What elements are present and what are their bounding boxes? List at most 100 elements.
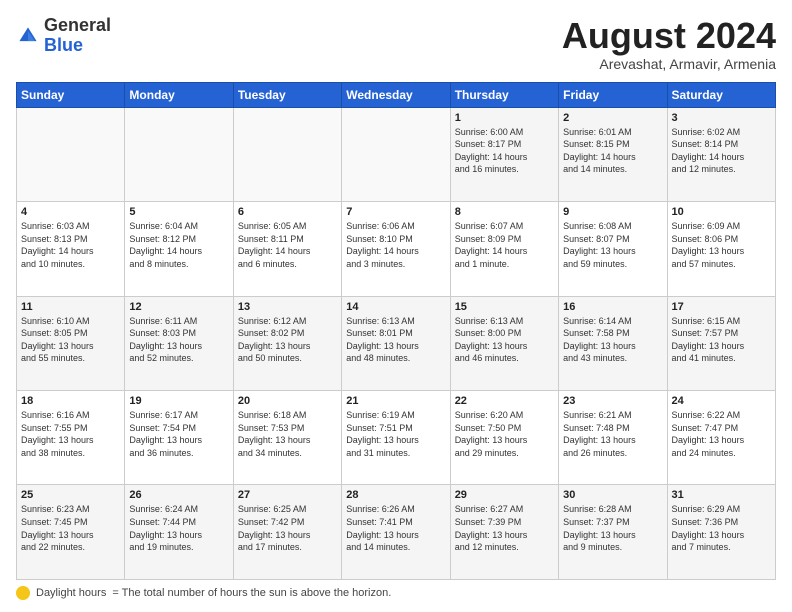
calendar-cell: 13Sunrise: 6:12 AM Sunset: 8:02 PM Dayli… — [233, 296, 341, 390]
location: Arevashat, Armavir, Armenia — [562, 56, 776, 72]
page: General Blue August 2024 Arevashat, Arma… — [0, 0, 792, 612]
calendar-week-1: 1 Sunrise: 6:00 AM Sunset: 8:17 PM Daylig… — [17, 107, 776, 201]
cell-info: Sunrise: 6:07 AM Sunset: 8:09 PM Dayligh… — [455, 220, 554, 270]
calendar-cell: 1 Sunrise: 6:00 AM Sunset: 8:17 PM Daylig… — [450, 107, 558, 201]
cell-day-number: 7 — [346, 206, 445, 218]
calendar-cell: 5 Sunrise: 6:04 AM Sunset: 8:12 PM Daylig… — [125, 202, 233, 296]
daylight-desc: = The total number of hours the sun is a… — [112, 587, 391, 599]
calendar-cell: 29 Sunrise: 6:27 AM Sunset: 7:39 PM Dayli… — [450, 485, 558, 580]
logo: General Blue — [16, 16, 111, 56]
calendar-cell: 8 Sunrise: 6:07 AM Sunset: 8:09 PM Daylig… — [450, 202, 558, 296]
cell-day-number: 16 — [563, 301, 662, 313]
calendar-cell: 16 Sunrise: 6:14 AM Sunset: 7:58 PM Dayli… — [559, 296, 667, 390]
cell-info: Sunrise: 6:15 AM Sunset: 7:57 PM Dayligh… — [672, 315, 771, 365]
logo-blue: Blue — [44, 35, 83, 55]
calendar-week-2: 4 Sunrise: 6:03 AM Sunset: 8:13 PM Daylig… — [17, 202, 776, 296]
cell-day-number: 30 — [563, 489, 662, 501]
calendar-cell: 3Sunrise: 6:02 AM Sunset: 8:14 PM Daylig… — [667, 107, 775, 201]
footer: Daylight hours = The total number of hou… — [16, 586, 776, 600]
cell-day-number: 2 — [563, 112, 662, 124]
logo-general: General — [44, 15, 111, 35]
cell-info: Sunrise: 6:03 AM Sunset: 8:13 PM Dayligh… — [21, 220, 120, 270]
cell-day-number: 4 — [21, 206, 120, 218]
cell-day-number: 3 — [672, 112, 771, 124]
calendar-header-row: SundayMondayTuesdayWednesdayThursdayFrid… — [17, 82, 776, 107]
cell-info: Sunrise: 6:20 AM Sunset: 7:50 PM Dayligh… — [455, 409, 554, 459]
calendar-cell: 17 Sunrise: 6:15 AM Sunset: 7:57 PM Dayli… — [667, 296, 775, 390]
cell-info: Sunrise: 6:26 AM Sunset: 7:41 PM Dayligh… — [346, 503, 445, 553]
day-header-sunday: Sunday — [17, 82, 125, 107]
cell-day-number: 27 — [238, 489, 337, 501]
cell-info: Sunrise: 6:08 AM Sunset: 8:07 PM Dayligh… — [563, 220, 662, 270]
calendar-cell — [17, 107, 125, 201]
cell-day-number: 18 — [21, 395, 120, 407]
cell-info: Sunrise: 6:17 AM Sunset: 7:54 PM Dayligh… — [129, 409, 228, 459]
calendar-cell: 21Sunrise: 6:19 AM Sunset: 7:51 PM Dayli… — [342, 391, 450, 485]
calendar-table: SundayMondayTuesdayWednesdayThursdayFrid… — [16, 82, 776, 580]
logo-text: General Blue — [44, 16, 111, 56]
calendar-cell: 28Sunrise: 6:26 AM Sunset: 7:41 PM Dayli… — [342, 485, 450, 580]
cell-info: Sunrise: 6:01 AM Sunset: 8:15 PM Dayligh… — [563, 126, 662, 176]
cell-day-number: 6 — [238, 206, 337, 218]
calendar-cell: 12Sunrise: 6:11 AM Sunset: 8:03 PM Dayli… — [125, 296, 233, 390]
logo-icon — [16, 24, 40, 48]
cell-day-number: 5 — [129, 206, 228, 218]
calendar-cell: 6 Sunrise: 6:05 AM Sunset: 8:11 PM Daylig… — [233, 202, 341, 296]
cell-day-number: 14 — [346, 301, 445, 313]
calendar-week-4: 18 Sunrise: 6:16 AM Sunset: 7:55 PM Dayli… — [17, 391, 776, 485]
cell-info: Sunrise: 6:11 AM Sunset: 8:03 PM Dayligh… — [129, 315, 228, 365]
day-header-thursday: Thursday — [450, 82, 558, 107]
calendar-cell: 18 Sunrise: 6:16 AM Sunset: 7:55 PM Dayli… — [17, 391, 125, 485]
calendar-cell: 7 Sunrise: 6:06 AM Sunset: 8:10 PM Daylig… — [342, 202, 450, 296]
sun-icon — [16, 586, 30, 600]
cell-day-number: 8 — [455, 206, 554, 218]
cell-day-number: 26 — [129, 489, 228, 501]
calendar-cell: 30 Sunrise: 6:28 AM Sunset: 7:37 PM Dayli… — [559, 485, 667, 580]
cell-info: Sunrise: 6:28 AM Sunset: 7:37 PM Dayligh… — [563, 503, 662, 553]
calendar-cell — [233, 107, 341, 201]
cell-day-number: 29 — [455, 489, 554, 501]
cell-info: Sunrise: 6:06 AM Sunset: 8:10 PM Dayligh… — [346, 220, 445, 270]
cell-info: Sunrise: 6:24 AM Sunset: 7:44 PM Dayligh… — [129, 503, 228, 553]
calendar-cell: 20Sunrise: 6:18 AM Sunset: 7:53 PM Dayli… — [233, 391, 341, 485]
daylight-label: Daylight hours — [36, 587, 106, 599]
cell-info: Sunrise: 6:16 AM Sunset: 7:55 PM Dayligh… — [21, 409, 120, 459]
cell-info: Sunrise: 6:18 AM Sunset: 7:53 PM Dayligh… — [238, 409, 337, 459]
cell-day-number: 25 — [21, 489, 120, 501]
calendar-cell: 4 Sunrise: 6:03 AM Sunset: 8:13 PM Daylig… — [17, 202, 125, 296]
calendar-week-3: 11 Sunrise: 6:10 AM Sunset: 8:05 PM Dayli… — [17, 296, 776, 390]
calendar-cell: 2 Sunrise: 6:01 AM Sunset: 8:15 PM Daylig… — [559, 107, 667, 201]
calendar-cell: 25 Sunrise: 6:23 AM Sunset: 7:45 PM Dayli… — [17, 485, 125, 580]
cell-day-number: 1 — [455, 112, 554, 124]
header: General Blue August 2024 Arevashat, Arma… — [16, 16, 776, 72]
calendar-cell: 9 Sunrise: 6:08 AM Sunset: 8:07 PM Daylig… — [559, 202, 667, 296]
cell-info: Sunrise: 6:19 AM Sunset: 7:51 PM Dayligh… — [346, 409, 445, 459]
cell-info: Sunrise: 6:10 AM Sunset: 8:05 PM Dayligh… — [21, 315, 120, 365]
cell-day-number: 10 — [672, 206, 771, 218]
cell-info: Sunrise: 6:25 AM Sunset: 7:42 PM Dayligh… — [238, 503, 337, 553]
cell-info: Sunrise: 6:09 AM Sunset: 8:06 PM Dayligh… — [672, 220, 771, 270]
cell-info: Sunrise: 6:04 AM Sunset: 8:12 PM Dayligh… — [129, 220, 228, 270]
cell-day-number: 19 — [129, 395, 228, 407]
cell-info: Sunrise: 6:12 AM Sunset: 8:02 PM Dayligh… — [238, 315, 337, 365]
cell-info: Sunrise: 6:14 AM Sunset: 7:58 PM Dayligh… — [563, 315, 662, 365]
calendar-cell: 10 Sunrise: 6:09 AM Sunset: 8:06 PM Dayli… — [667, 202, 775, 296]
cell-info: Sunrise: 6:00 AM Sunset: 8:17 PM Dayligh… — [455, 126, 554, 176]
calendar-cell — [125, 107, 233, 201]
cell-day-number: 9 — [563, 206, 662, 218]
calendar-cell: 19 Sunrise: 6:17 AM Sunset: 7:54 PM Dayli… — [125, 391, 233, 485]
cell-info: Sunrise: 6:29 AM Sunset: 7:36 PM Dayligh… — [672, 503, 771, 553]
cell-info: Sunrise: 6:05 AM Sunset: 8:11 PM Dayligh… — [238, 220, 337, 270]
cell-day-number: 31 — [672, 489, 771, 501]
cell-day-number: 22 — [455, 395, 554, 407]
day-header-friday: Friday — [559, 82, 667, 107]
calendar-week-5: 25 Sunrise: 6:23 AM Sunset: 7:45 PM Dayli… — [17, 485, 776, 580]
calendar-cell: 22 Sunrise: 6:20 AM Sunset: 7:50 PM Dayli… — [450, 391, 558, 485]
cell-day-number: 17 — [672, 301, 771, 313]
cell-info: Sunrise: 6:27 AM Sunset: 7:39 PM Dayligh… — [455, 503, 554, 553]
cell-info: Sunrise: 6:23 AM Sunset: 7:45 PM Dayligh… — [21, 503, 120, 553]
calendar-cell: 26 Sunrise: 6:24 AM Sunset: 7:44 PM Dayli… — [125, 485, 233, 580]
cell-day-number: 11 — [21, 301, 120, 313]
calendar-cell: 31 Sunrise: 6:29 AM Sunset: 7:36 PM Dayli… — [667, 485, 775, 580]
cell-info: Sunrise: 6:13 AM Sunset: 8:01 PM Dayligh… — [346, 315, 445, 365]
